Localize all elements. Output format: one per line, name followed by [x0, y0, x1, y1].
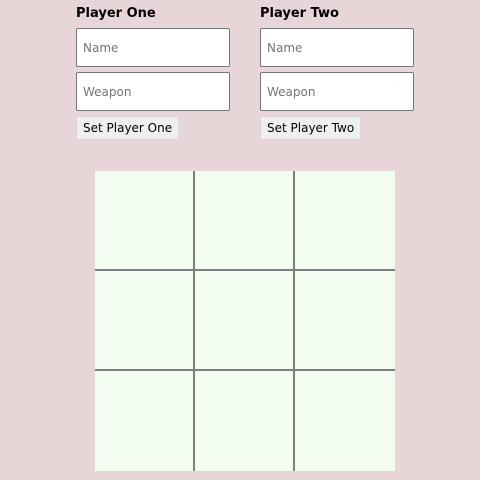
player-two-name-input[interactable]: [260, 28, 414, 67]
board-cell-3[interactable]: [95, 271, 195, 371]
board-cell-5[interactable]: [295, 271, 395, 371]
player-one-title: Player One: [76, 6, 156, 21]
game-board: [95, 171, 395, 471]
player-one-weapon-input[interactable]: [76, 72, 230, 111]
board-cell-6[interactable]: [95, 371, 195, 471]
player-two-weapon-input[interactable]: [260, 72, 414, 111]
board-cell-1[interactable]: [195, 171, 295, 271]
board-cell-2[interactable]: [295, 171, 395, 271]
set-player-two-button[interactable]: Set Player Two: [260, 116, 362, 140]
set-player-one-button[interactable]: Set Player One: [76, 116, 180, 140]
board-cell-0[interactable]: [95, 171, 195, 271]
player-two-panel: Player Two Set Player Two: [260, 6, 414, 140]
player-one-name-input[interactable]: [76, 28, 230, 67]
board-cell-7[interactable]: [195, 371, 295, 471]
board-cell-8[interactable]: [295, 371, 395, 471]
player-two-title: Player Two: [260, 6, 339, 21]
board-cell-4[interactable]: [195, 271, 295, 371]
player-one-panel: Player One Set Player One: [76, 6, 230, 140]
